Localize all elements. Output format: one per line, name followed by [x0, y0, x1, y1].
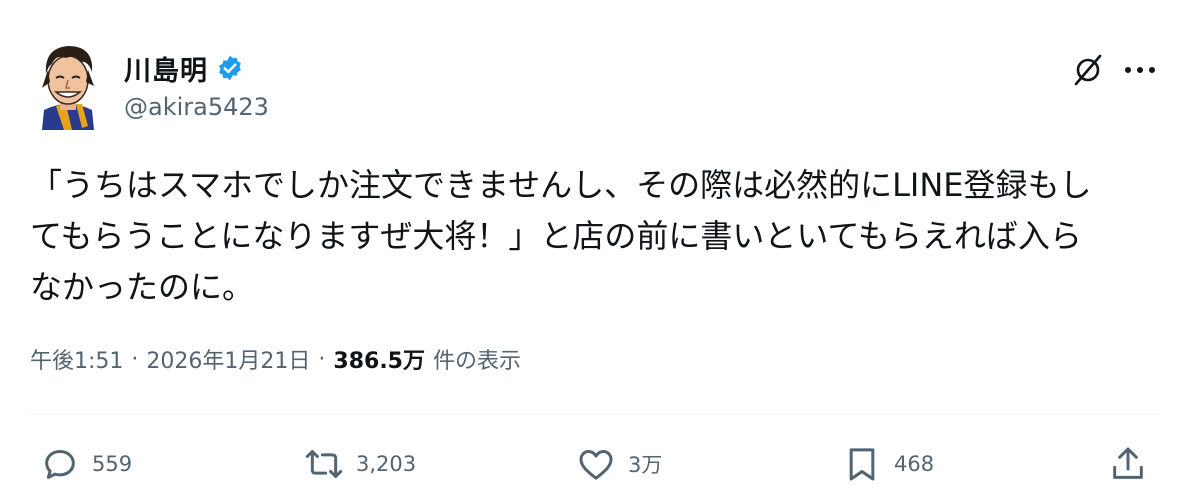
meta-separator: ·	[318, 346, 326, 372]
retweet-count: 3,203	[356, 452, 417, 476]
more-horizontal-icon	[1125, 67, 1155, 73]
view-count-label[interactable]: 件の表示	[433, 343, 521, 375]
more-options-button[interactable]	[1120, 50, 1160, 90]
tweet-text-line: なかったのに。	[30, 268, 255, 306]
tweet-meta: 午後1:51 · 2026年1月21日 · 386.5万 件の表示	[30, 343, 521, 375]
divider	[30, 414, 1160, 415]
author-handle[interactable]: @akira5423	[124, 93, 269, 121]
share-button[interactable]	[1108, 440, 1148, 488]
heart-icon	[579, 450, 613, 480]
tweet-text-line: 「うちはスマホでしか注文できませんし、その際は必然的にLINE登録もし	[30, 166, 1092, 204]
avatar[interactable]	[36, 40, 100, 130]
reply-count: 559	[92, 452, 133, 476]
bookmark-count: 468	[894, 452, 935, 476]
caricature-avatar-icon	[42, 46, 94, 130]
tweet-text-line: てもらうことになりますぜ大将！」と店の前に書いといてもらえれば入ら	[30, 217, 1082, 255]
like-count: 3万	[628, 453, 663, 477]
meta-separator: ·	[131, 346, 139, 372]
author-name-row[interactable]: 川島明	[124, 48, 244, 88]
tweet-time[interactable]: 午後1:51	[30, 343, 123, 375]
share-icon	[1113, 447, 1143, 479]
retweet-button[interactable]: 3,203	[304, 440, 416, 488]
tweet-card: 川島明 @akira5423 「うちはスマホでしか注文できませんし、その際は必然…	[0, 0, 1190, 502]
tweet-date[interactable]: 2026年1月21日	[146, 343, 310, 375]
bookmark-button[interactable]: 468	[842, 440, 934, 488]
view-count[interactable]: 386.5万	[333, 343, 425, 375]
grok-button[interactable]	[1068, 50, 1108, 90]
retweet-icon	[305, 450, 343, 478]
verified-badge-icon[interactable]	[216, 54, 244, 82]
reply-button[interactable]: 559	[40, 440, 132, 488]
display-name[interactable]: 川島明	[124, 49, 208, 88]
like-button[interactable]: 3万	[576, 440, 662, 488]
tweet-text: 「うちはスマホでしか注文できませんし、その際は必然的にLINE登録もし てもらう…	[30, 160, 1165, 313]
bookmark-icon	[849, 448, 875, 481]
reply-icon	[45, 450, 75, 479]
grok-slash-icon	[1074, 54, 1102, 86]
